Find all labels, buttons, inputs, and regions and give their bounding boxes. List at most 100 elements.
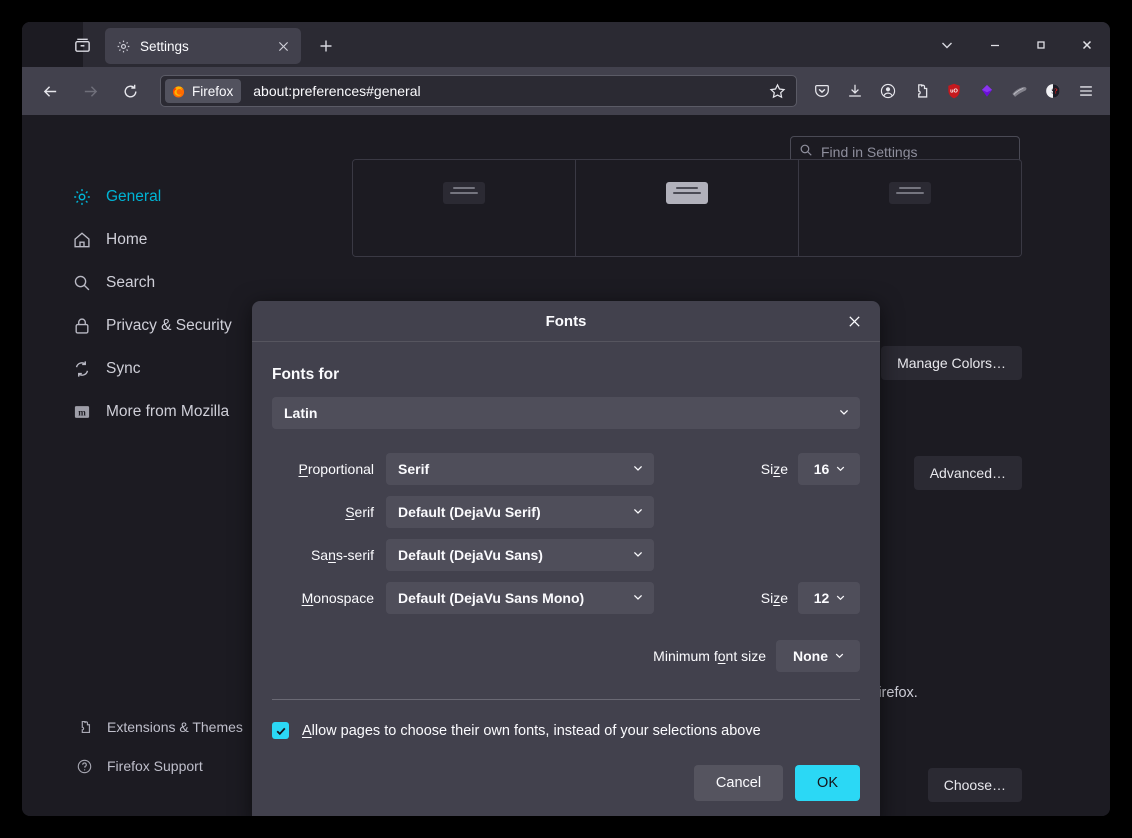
question-circle-icon xyxy=(76,758,93,775)
extension-puzzle-icon[interactable] xyxy=(904,75,937,108)
theme-chip-line xyxy=(453,187,475,189)
tab-title: Settings xyxy=(140,39,273,54)
gear-icon xyxy=(115,38,131,54)
theme-chip-line xyxy=(450,192,478,194)
settings-page: Find in Settings General xyxy=(22,115,1110,816)
firefox-logo-icon xyxy=(171,84,186,99)
home-icon xyxy=(72,230,92,250)
fonts-dialog-header: Fonts xyxy=(252,301,880,342)
sidebar-item-home[interactable]: Home xyxy=(62,221,290,259)
firefox-chip[interactable]: Firefox xyxy=(165,79,241,103)
allow-pages-checkbox-row[interactable]: Allow pages to choose their own fonts, i… xyxy=(272,722,860,739)
search-icon xyxy=(72,273,92,293)
downloads-icon[interactable] xyxy=(838,75,871,108)
sans-serif-label: Sans-serif xyxy=(272,547,374,563)
url-bar[interactable]: Firefox about:preferences#general xyxy=(160,75,797,107)
monospace-select[interactable]: Default (DejaVu Sans Mono) xyxy=(386,582,654,614)
serif-select[interactable]: Default (DejaVu Serif) xyxy=(386,496,654,528)
theme-chip-line xyxy=(899,187,921,189)
proportional-label: Proportional xyxy=(272,461,374,477)
theme-preview-row xyxy=(352,159,1022,257)
forward-button[interactable] xyxy=(73,74,107,108)
chevron-down-icon xyxy=(632,547,644,563)
container-tabs-icon[interactable] xyxy=(63,26,101,64)
sidebar-item-general[interactable]: General xyxy=(62,178,290,216)
minimum-font-size-label: Minimum font size xyxy=(653,648,766,664)
theme-chip-preview xyxy=(666,182,708,204)
advanced-button[interactable]: Advanced… xyxy=(914,456,1022,490)
application-menu-icon[interactable] xyxy=(1069,75,1102,108)
back-button[interactable] xyxy=(33,74,67,108)
ok-button[interactable]: OK xyxy=(795,765,860,801)
ublock-origin-icon[interactable]: uO xyxy=(937,75,970,108)
sidebar-item-label: Sync xyxy=(106,360,140,378)
manage-colors-button[interactable]: Manage Colors… xyxy=(881,346,1022,380)
chevron-down-icon xyxy=(838,405,850,421)
firefox-chip-label: Firefox xyxy=(192,84,233,99)
s-circle-extension-icon[interactable]: S ? xyxy=(1036,75,1069,108)
puzzle-icon xyxy=(76,719,93,736)
sidebar-item-search[interactable]: Search xyxy=(62,264,290,302)
lock-icon xyxy=(72,316,92,336)
proportional-select[interactable]: Serif xyxy=(386,453,654,485)
fonts-for-value: Latin xyxy=(284,405,317,421)
allow-pages-checkbox-label: Allow pages to choose their own fonts, i… xyxy=(302,723,761,739)
tab-close-icon[interactable] xyxy=(273,36,293,56)
sidebar-item-label: Search xyxy=(106,274,155,292)
fonts-for-select[interactable]: Latin xyxy=(272,397,860,429)
window-minimize-button[interactable] xyxy=(972,22,1018,67)
serif-value: Default (DejaVu Serif) xyxy=(398,504,541,520)
sans-serif-select[interactable]: Default (DejaVu Sans) xyxy=(386,539,654,571)
svg-text:m: m xyxy=(78,407,86,417)
tab-settings[interactable]: Settings xyxy=(105,28,301,64)
serif-label: Serif xyxy=(272,504,374,520)
mozilla-m-icon: m xyxy=(72,402,92,422)
fonts-dialog-body: Fonts for Latin Proportional Serif xyxy=(252,342,880,739)
allow-pages-checkbox[interactable] xyxy=(272,722,289,739)
cancel-button[interactable]: Cancel xyxy=(694,765,783,801)
fonts-dialog-title: Fonts xyxy=(546,313,587,330)
window-close-button[interactable] xyxy=(1064,22,1110,67)
sync-icon xyxy=(72,359,92,379)
theme-card-auto[interactable] xyxy=(353,160,576,256)
account-icon[interactable] xyxy=(871,75,904,108)
font-row-serif: Serif Default (DejaVu Serif) xyxy=(272,496,860,528)
gear-icon xyxy=(72,187,92,207)
sidebar-item-label: Extensions & Themes xyxy=(107,719,243,735)
font-row-proportional: Proportional Serif Size 16 xyxy=(272,453,860,485)
new-tab-button[interactable] xyxy=(310,30,342,62)
chevron-down-icon xyxy=(835,590,846,606)
theme-chip-line xyxy=(673,192,701,194)
monospace-label: Monospace xyxy=(272,590,374,606)
tab-strip: Settings xyxy=(22,22,1110,67)
window-maximize-button[interactable] xyxy=(1018,22,1064,67)
chevron-down-icon xyxy=(835,461,846,477)
sans-serif-value: Default (DejaVu Sans) xyxy=(398,547,543,563)
grey-extension-icon[interactable] xyxy=(1003,75,1036,108)
close-icon[interactable] xyxy=(840,307,868,335)
theme-card-dark[interactable] xyxy=(799,160,1021,256)
screenshot-root: Settings xyxy=(0,0,1132,838)
dialog-divider xyxy=(272,699,860,700)
pocket-icon[interactable] xyxy=(805,75,838,108)
star-icon[interactable] xyxy=(764,78,790,104)
fonts-for-label: Fonts for xyxy=(272,366,860,384)
theme-card-light[interactable] xyxy=(576,160,799,256)
list-all-tabs-button[interactable] xyxy=(922,22,972,67)
monospace-size-select[interactable]: 12 xyxy=(798,582,860,614)
sidebar-item-label: Home xyxy=(106,231,147,249)
reload-button[interactable] xyxy=(113,74,147,108)
purple-diamond-extension-icon[interactable] xyxy=(970,75,1003,108)
theme-chip-preview xyxy=(889,182,931,204)
minimum-font-size-value: None xyxy=(793,648,828,664)
proportional-size-select[interactable]: 16 xyxy=(798,453,860,485)
proportional-value: Serif xyxy=(398,461,429,477)
choose-button[interactable]: Choose… xyxy=(928,768,1022,802)
theme-chip-line xyxy=(896,192,924,194)
font-row-monospace: Monospace Default (DejaVu Sans Mono) Siz… xyxy=(272,582,860,614)
navigation-toolbar: Firefox about:preferences#general xyxy=(22,67,1110,115)
proportional-size-value: 16 xyxy=(814,461,830,477)
font-row-sans-serif: Sans-serif Default (DejaVu Sans) xyxy=(272,539,860,571)
proportional-size-label: Size xyxy=(761,461,788,477)
minimum-font-size-select[interactable]: None xyxy=(776,640,860,672)
